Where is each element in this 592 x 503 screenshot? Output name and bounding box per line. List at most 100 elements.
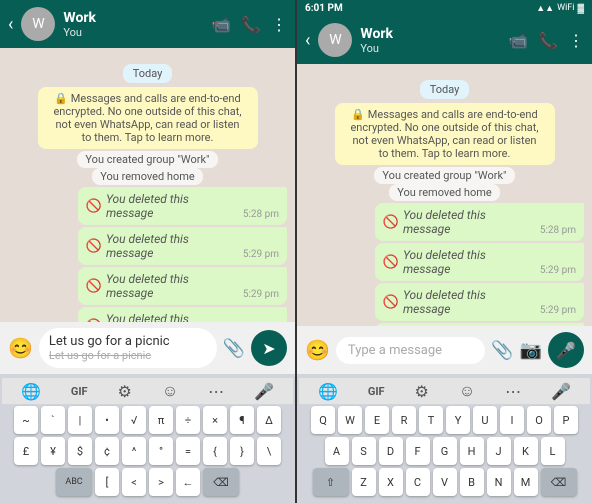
left-key-para[interactable]: ¶ xyxy=(230,406,254,434)
right-kb-globe-icon[interactable]: 🌐 xyxy=(318,382,338,401)
right-key-backspace[interactable]: ⌫ xyxy=(541,468,577,496)
right-attach-button[interactable]: 📎 xyxy=(491,340,513,361)
left-key-bullet[interactable]: • xyxy=(95,406,119,434)
left-emoji-button[interactable]: 😊 xyxy=(8,336,33,360)
left-kb-mic-icon[interactable]: 🎤 xyxy=(254,382,274,401)
left-key-yen[interactable]: ¥ xyxy=(41,437,65,465)
right-key-l[interactable]: L xyxy=(541,437,565,465)
left-key-gt[interactable]: > xyxy=(149,468,173,496)
right-kb-sticker-icon[interactable]: ⋯ xyxy=(505,382,521,401)
left-back-button[interactable]: ‹ xyxy=(8,14,13,35)
left-key-divide[interactable]: ÷ xyxy=(176,406,200,434)
left-encryption-notice[interactable]: 🔒 Messages and calls are end-to-end encr… xyxy=(38,87,258,149)
left-attach-button[interactable]: 📎 xyxy=(223,338,245,359)
right-key-u[interactable]: U xyxy=(473,406,497,434)
right-emoji-button[interactable]: 😊 xyxy=(305,338,330,362)
right-key-c[interactable]: C xyxy=(406,468,430,496)
right-key-x[interactable]: X xyxy=(379,468,403,496)
left-more-icon[interactable]: ⋮ xyxy=(271,15,287,34)
right-kb-emoji-icon[interactable]: ☺ xyxy=(459,381,475,401)
right-key-i[interactable]: I xyxy=(500,406,524,434)
left-key-backslash[interactable]: \ xyxy=(257,437,281,465)
left-send-button[interactable]: ➤ xyxy=(251,330,287,366)
right-wifi-icon: WiFi xyxy=(557,3,574,13)
right-key-h[interactable]: H xyxy=(460,437,484,465)
right-key-o[interactable]: O xyxy=(527,406,551,434)
right-more-icon[interactable]: ⋮ xyxy=(568,31,584,50)
left-key-tilde[interactable]: ~ xyxy=(14,406,38,434)
right-contact-info: Work You xyxy=(360,26,500,55)
right-back-button[interactable]: ‹ xyxy=(305,30,310,51)
right-key-w[interactable]: W xyxy=(338,406,362,434)
left-key-pound[interactable]: £ xyxy=(14,437,38,465)
right-key-a[interactable]: A xyxy=(325,437,349,465)
right-key-m[interactable]: M xyxy=(514,468,538,496)
right-video-icon[interactable]: 📹 xyxy=(508,31,528,50)
left-key-cent[interactable]: ¢ xyxy=(95,437,119,465)
left-kb-gif-icon[interactable]: GIF xyxy=(71,385,88,398)
right-key-e[interactable]: E xyxy=(365,406,389,434)
right-deleted-msg-2: 🚫 You deleted this message 5:29 pm xyxy=(305,243,584,281)
right-key-d[interactable]: D xyxy=(379,437,403,465)
right-encryption-notice[interactable]: 🔒 Messages and calls are end-to-end encr… xyxy=(335,103,555,165)
right-kb-row-2: A S D F G H J K L xyxy=(299,437,590,465)
left-key-larrow[interactable]: ← xyxy=(176,468,200,496)
right-key-k[interactable]: K xyxy=(514,437,538,465)
left-call-icon[interactable]: 📞 xyxy=(241,15,261,34)
left-key-degree[interactable]: ° xyxy=(149,437,173,465)
right-key-j[interactable]: J xyxy=(487,437,511,465)
left-key-caret[interactable]: ^ xyxy=(122,437,146,465)
right-deleted-text-2: You deleted this message xyxy=(403,248,530,276)
left-key-delta[interactable]: ∆ xyxy=(257,406,281,434)
left-key-backtick[interactable]: ` xyxy=(41,406,65,434)
right-status-bar: 6:01 PM ▲▲ WiFi ▓ xyxy=(297,0,592,16)
right-key-v[interactable]: V xyxy=(433,468,457,496)
left-deleted-text-3: You deleted this message xyxy=(106,272,233,300)
left-key-lbracket[interactable]: [ xyxy=(95,468,119,496)
left-key-dollar[interactable]: $ xyxy=(68,437,92,465)
right-mic-button[interactable]: 🎤 xyxy=(548,332,584,368)
right-key-p[interactable]: P xyxy=(554,406,578,434)
right-call-icon[interactable]: 📞 xyxy=(538,31,558,50)
left-key-sqrt[interactable]: √ xyxy=(122,406,146,434)
left-key-lt[interactable]: < xyxy=(122,468,146,496)
right-camera-button[interactable]: 📷 xyxy=(520,340,542,361)
right-kb-settings-icon[interactable]: ⚙ xyxy=(415,382,429,401)
right-key-z[interactable]: Z xyxy=(352,468,376,496)
left-kb-settings-icon[interactable]: ⚙ xyxy=(118,382,132,401)
left-removed-home: You removed home xyxy=(8,170,287,183)
left-kb-sticker-icon[interactable]: ⋯ xyxy=(208,382,224,401)
right-key-t[interactable]: T xyxy=(419,406,443,434)
left-key-sym[interactable]: ABC xyxy=(56,468,92,496)
left-key-pi[interactable]: π xyxy=(149,406,173,434)
left-kb-emoji-icon[interactable]: ☺ xyxy=(162,381,178,401)
left-video-icon[interactable]: 📹 xyxy=(211,15,231,34)
left-input-box[interactable]: Let us go for a picnic Let us go for a p… xyxy=(39,328,217,368)
left-key-times[interactable]: × xyxy=(203,406,227,434)
right-key-b[interactable]: B xyxy=(460,468,484,496)
right-key-r[interactable]: R xyxy=(392,406,416,434)
right-key-shift[interactable]: ⇧ xyxy=(313,468,349,496)
right-key-s[interactable]: S xyxy=(352,437,376,465)
left-key-lbrace[interactable]: { xyxy=(203,437,227,465)
right-keyboard-toolbar: 🌐 GIF ⚙ ☺ ⋯ 🎤 xyxy=(299,378,590,404)
right-time-1: 5:28 pm xyxy=(540,225,576,236)
right-top-icons: 📹 📞 ⋮ xyxy=(508,31,584,50)
left-kb-row-1: ~ ` | • √ π ÷ × ¶ ∆ xyxy=(2,406,293,434)
right-key-y[interactable]: Y xyxy=(446,406,470,434)
right-input-box[interactable]: Type a message xyxy=(336,337,485,364)
right-key-g[interactable]: G xyxy=(433,437,457,465)
right-kb-gif-icon[interactable]: GIF xyxy=(368,385,385,398)
right-panel: 6:01 PM ▲▲ WiFi ▓ ‹ W Work You 📹 📞 ⋮ Tod… xyxy=(297,0,592,503)
right-key-n[interactable]: N xyxy=(487,468,511,496)
left-key-rbrace[interactable]: } xyxy=(230,437,254,465)
left-key-equals[interactable]: = xyxy=(176,437,200,465)
right-deleted-text-1: You deleted this message xyxy=(403,208,530,236)
right-key-q[interactable]: Q xyxy=(311,406,335,434)
right-time-2: 5:29 pm xyxy=(540,265,576,276)
left-kb-globe-icon[interactable]: 🌐 xyxy=(21,382,41,401)
right-kb-mic-icon[interactable]: 🎤 xyxy=(551,382,571,401)
left-key-backspace[interactable]: ⌫ xyxy=(203,468,239,496)
right-key-f[interactable]: F xyxy=(406,437,430,465)
left-key-pipe[interactable]: | xyxy=(68,406,92,434)
